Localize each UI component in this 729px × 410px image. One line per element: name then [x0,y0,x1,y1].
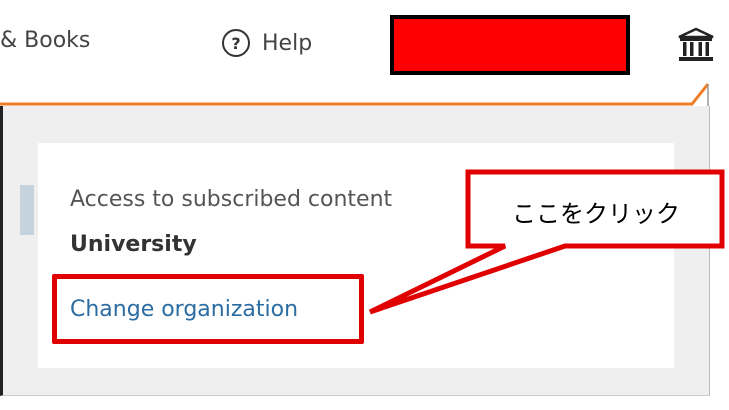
institution-icon[interactable] [676,25,716,65]
nav-books-link[interactable]: & Books [0,28,90,53]
background-strip [20,185,34,235]
top-navigation-bar: & Books ? Help [0,0,729,92]
help-label: Help [262,30,313,56]
access-status-text: Access to subscribed content [70,187,393,212]
help-button[interactable]: ? Help [222,25,312,61]
redacted-region [390,15,630,75]
organization-name: University [70,232,197,257]
highlight-box [52,274,364,344]
help-circle-icon: ? [222,29,250,57]
callout-text: ここをクリック [512,199,680,228]
